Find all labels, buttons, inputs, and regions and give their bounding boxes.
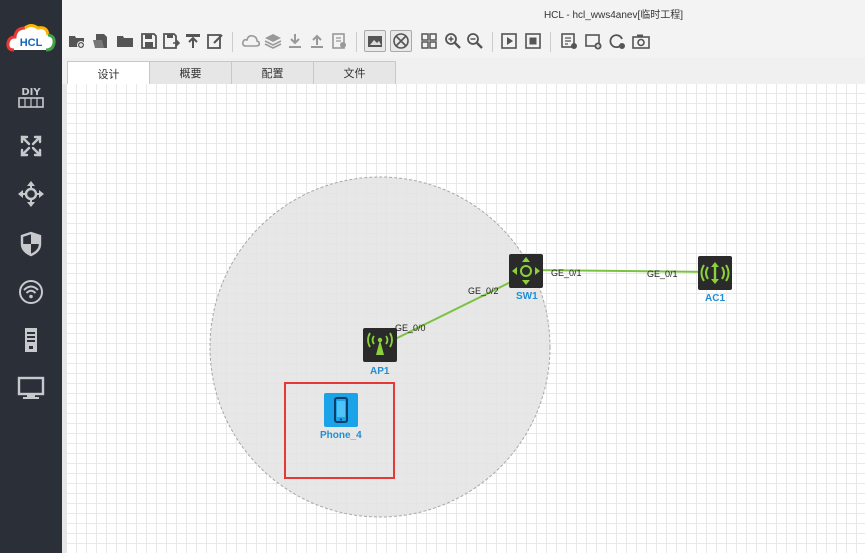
window-title: HCL - hcl_wws4anev[临时工程] [543,10,684,21]
tab-summary[interactable]: 概要 [149,61,232,84]
open-folder-button[interactable] [114,30,136,52]
port-label-ac1-ge01: GE_0/1 [647,269,678,279]
grid-layout-button[interactable] [418,30,440,52]
device-label-phone4: Phone_4 [320,430,362,441]
layers-button[interactable] [262,30,284,52]
save-as-button[interactable] [160,30,182,52]
sidebar-item-firewall[interactable] [0,224,62,264]
export-icon [186,34,200,48]
document-settings-button[interactable] [328,30,350,52]
new-folder-icon [69,36,85,49]
refresh-icon [609,34,625,49]
toolbar-separator [356,32,357,52]
upload-icon [311,34,323,48]
sidebar: HCL DIY [0,0,62,553]
save-icon [141,33,157,49]
stop-icon [525,33,541,49]
folder-icon [117,36,133,47]
zoom-in-icon [445,33,461,49]
export-button[interactable] [182,30,204,52]
zoom-out-icon [467,33,483,49]
device-ap1[interactable] [363,328,397,362]
hcl-logo: HCL [6,22,56,56]
toolbar-separator [492,32,493,52]
wireless-icon [19,280,43,304]
device-sw1[interactable] [509,254,543,288]
cloud-button[interactable] [240,30,262,52]
start-all-button[interactable] [498,30,520,52]
terminal-icon [17,376,45,399]
topology-canvas[interactable]: SW1 AC1 AP1 Phone_4 GE_0/1 GE_0/1 GE_0/2… [67,84,865,553]
tab-files[interactable]: 文件 [313,61,396,84]
phone-icon [324,393,358,427]
router-icon [20,135,42,157]
device-phone4[interactable] [324,393,358,427]
tab-config[interactable]: 配置 [231,61,314,84]
cloud-icon [242,35,260,47]
sidebar-item-diy[interactable]: DIY [0,77,62,117]
tab-bar: 设计 概要 配置 文件 [62,58,865,85]
sidebar-diy-label: DIY [21,87,41,98]
screenshot-button[interactable] [630,30,652,52]
switch-icon [18,181,44,207]
capture-list-button[interactable] [558,30,580,52]
play-icon [501,33,517,49]
download-icon [289,34,301,48]
toolbar-separator [232,32,233,52]
logo-text: HCL [20,37,43,49]
upload-button[interactable] [306,30,328,52]
switch-device-icon [509,254,543,288]
device-view-button[interactable] [364,30,386,52]
diy-icon: DIY [18,87,44,108]
sidebar-item-server[interactable] [0,320,62,360]
sidebar-item-terminal[interactable] [0,368,62,408]
tab-design[interactable]: 设计 [67,61,150,85]
topology-layer [209,176,716,518]
edit-button[interactable] [204,30,226,52]
wireless-controller-icon [698,256,732,290]
title-bar: HCL - hcl_wws4anev[临时工程] [62,0,865,26]
server-icon [25,328,37,352]
access-point-icon [363,328,397,362]
grid-icon [421,33,437,49]
zoom-out-button[interactable] [464,30,486,52]
device-ac1[interactable] [698,256,732,290]
sidebar-item-router[interactable] [0,126,62,166]
sidebar-item-wireless[interactable] [0,272,62,312]
new-project-button[interactable] [66,30,88,52]
document-gear-icon [332,33,346,49]
refresh-add-button[interactable] [606,30,628,52]
add-window-button[interactable] [582,30,604,52]
port-label-ap1-ge00: GE_0/0 [395,323,426,333]
port-label-sw1-ge02: GE_0/2 [468,286,499,296]
open-project-button[interactable] [90,30,112,52]
camera-icon [632,34,650,49]
list-settings-icon [561,33,577,49]
firewall-icon [20,231,42,257]
open-file-icon [93,34,107,48]
save-button[interactable] [138,30,160,52]
edit-icon [207,34,223,49]
device-image-icon [368,36,382,47]
layers-icon [264,34,282,49]
sidebar-item-switch[interactable] [0,174,62,214]
download-button[interactable] [284,30,306,52]
toolbar [62,26,865,59]
port-label-sw1-ge01: GE_0/1 [551,268,582,278]
save-as-icon [163,33,180,49]
network-icon [393,33,409,49]
zoom-in-button[interactable] [442,30,464,52]
network-view-button[interactable] [390,30,412,52]
device-label-sw1: SW1 [516,291,538,302]
device-label-ap1: AP1 [370,366,390,377]
toolbar-separator [550,32,551,52]
add-window-icon [585,34,602,50]
device-label-ac1: AC1 [705,293,726,304]
stop-all-button[interactable] [522,30,544,52]
